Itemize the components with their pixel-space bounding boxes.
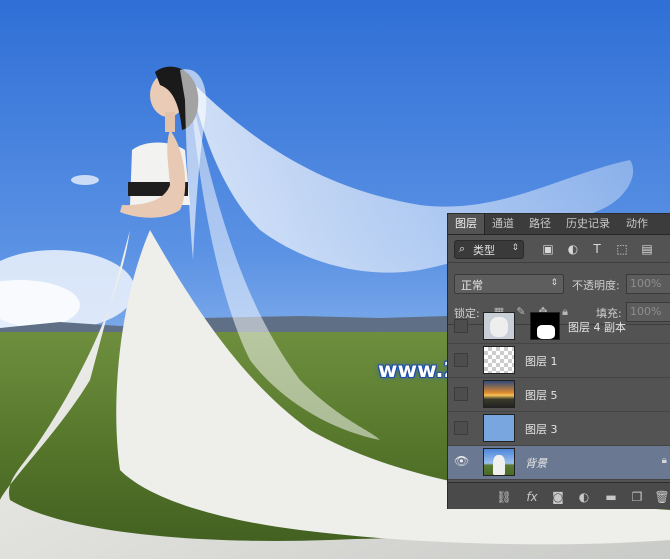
blend-mode-label: 正常 <box>461 279 483 292</box>
layer-row[interactable]: 图层 4 副本 <box>448 310 670 344</box>
visibility-toggle[interactable] <box>454 319 468 333</box>
eye-icon[interactable]: 👁︎ <box>454 454 469 468</box>
layer-row-selected[interactable]: 👁︎ 背景 🔒︎ <box>448 446 670 480</box>
layers-panel: 图层 通道 路径 历史记录 动作 ⌕ 类型 ⇕ ▣ ◐ T ⬚ ▤ 正常 ⇕ 不… <box>447 213 670 509</box>
tab-history[interactable]: 历史记录 <box>566 214 610 234</box>
chevron-updown-icon: ⇕ <box>550 278 558 288</box>
layer-thumbnail <box>483 312 515 340</box>
layer-name: 图层 3 <box>525 423 558 436</box>
tab-channels[interactable]: 通道 <box>492 214 514 234</box>
layer-mask-thumbnail <box>530 312 560 340</box>
layer-row[interactable]: 图层 1 <box>448 344 670 378</box>
type-filter-icon[interactable]: T <box>590 242 604 256</box>
lock-icon: 🔒︎ <box>661 455 667 466</box>
panel-bottom-toolbar: ⛓ fx ◙ ◐ ▬ ❐ 🗑︎ <box>448 482 670 509</box>
adjustment-filter-icon[interactable]: ◐ <box>566 242 580 256</box>
adjustment-layer-icon[interactable]: ◐ <box>576 489 592 505</box>
opacity-field[interactable]: 100% <box>626 274 670 294</box>
layer-row[interactable]: 图层 3 <box>448 412 670 446</box>
new-group-icon[interactable]: ▬ <box>603 489 619 505</box>
panel-tabbar: 图层 通道 路径 历史记录 动作 <box>448 214 670 235</box>
layer-list: 图层 4 副本 图层 1 图层 5 图层 3 👁︎ 背景 🔒︎ <box>448 312 670 482</box>
shape-filter-icon[interactable]: ⬚ <box>615 242 629 256</box>
layer-name: 图层 1 <box>525 355 558 368</box>
layer-name: 背景 <box>525 457 547 470</box>
layer-name: 图层 4 副本 <box>568 321 626 334</box>
add-mask-icon[interactable]: ◙ <box>550 489 566 505</box>
layer-thumbnail <box>483 414 515 442</box>
filter-type-dropdown[interactable]: ⌕ 类型 ⇕ <box>454 240 524 259</box>
visibility-toggle[interactable] <box>454 421 468 435</box>
layer-thumbnail <box>483 448 515 476</box>
chevron-updown-icon: ⇕ <box>511 243 519 253</box>
fx-icon[interactable]: fx <box>524 489 540 505</box>
blend-row: 正常 ⇕ 不透明度: 100% <box>448 274 670 296</box>
tab-paths[interactable]: 路径 <box>529 214 551 234</box>
filter-row: ⌕ 类型 ⇕ ▣ ◐ T ⬚ ▤ <box>448 236 670 263</box>
smart-object-filter-icon[interactable]: ▤ <box>640 242 654 256</box>
tab-actions[interactable]: 动作 <box>626 214 648 234</box>
opacity-value: 100% <box>630 277 662 290</box>
image-filter-icon[interactable]: ▣ <box>541 242 555 256</box>
filter-type-label: 类型 <box>473 244 495 257</box>
opacity-label: 不透明度: <box>572 279 620 292</box>
layer-row[interactable]: 图层 5 <box>448 378 670 412</box>
layer-name: 图层 5 <box>525 389 558 402</box>
link-layers-icon[interactable]: ⛓ <box>496 489 512 505</box>
new-layer-icon[interactable]: ❐ <box>629 489 645 505</box>
blend-mode-dropdown[interactable]: 正常 ⇕ <box>454 274 564 294</box>
tab-layers[interactable]: 图层 <box>448 214 485 234</box>
layer-thumbnail <box>483 380 515 408</box>
layer-thumbnail <box>483 346 515 374</box>
visibility-toggle[interactable] <box>454 387 468 401</box>
trash-icon[interactable]: 🗑︎ <box>654 489 670 505</box>
visibility-toggle[interactable] <box>454 353 468 367</box>
search-icon: ⌕ <box>459 242 466 255</box>
